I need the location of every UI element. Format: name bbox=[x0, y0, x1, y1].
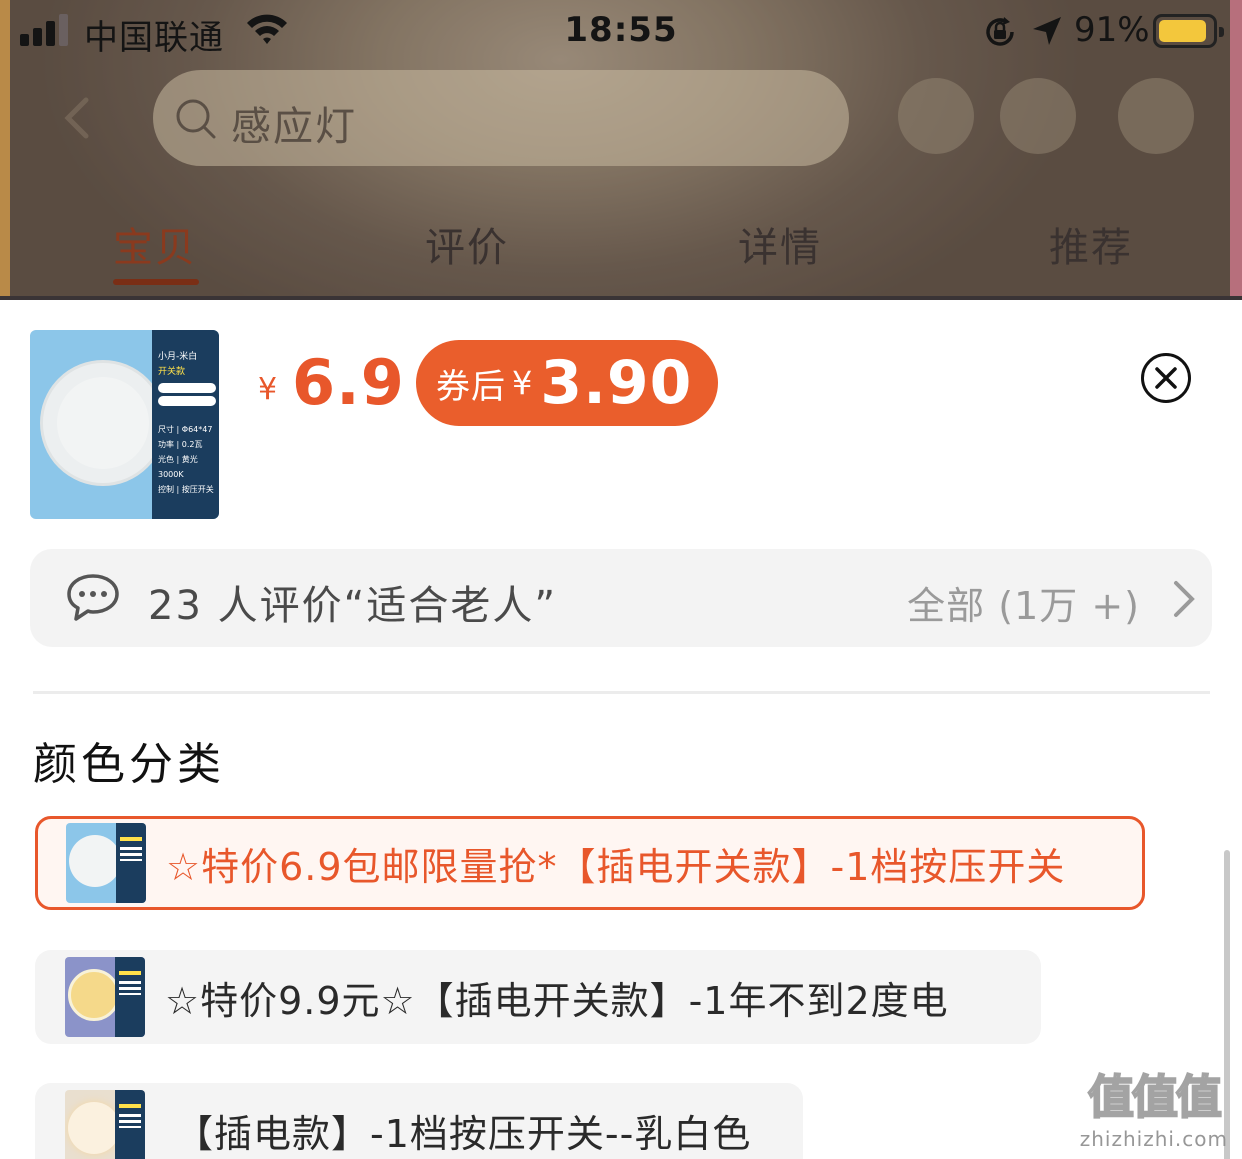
thumbnail-spec: 尺寸 | Φ64*47 bbox=[158, 425, 213, 434]
search-query: 感应灯 bbox=[231, 104, 357, 150]
battery-icon bbox=[1153, 14, 1224, 48]
sku-option-thumbnail bbox=[66, 823, 146, 903]
chat-bubble-icon bbox=[67, 574, 119, 621]
location-arrow-icon bbox=[1033, 17, 1061, 45]
product-thumbnail[interactable]: 小月-米白 开关款 尺寸 | Φ64*47 功率 | 0.2瓦 光色 | 黄光3… bbox=[30, 330, 219, 519]
section-title-color: 颜色分类 bbox=[33, 739, 225, 790]
active-tab-indicator bbox=[113, 279, 199, 285]
thumbnail-spec: 功率 | 0.2瓦 bbox=[158, 440, 203, 449]
share-icon[interactable] bbox=[898, 78, 974, 154]
tab-details[interactable]: 详情 bbox=[700, 215, 860, 273]
more-icon[interactable] bbox=[1118, 78, 1194, 154]
price: 6.9 bbox=[292, 346, 405, 419]
sku-option-label: 【插电款】-1档按压开关--乳白色 bbox=[175, 1111, 752, 1156]
sku-option[interactable]: ☆特价6.9包邮限量抢*【插电开关款】-1档按压开关 bbox=[35, 816, 1145, 910]
overlay-divider bbox=[0, 296, 1242, 300]
battery-level bbox=[1159, 20, 1206, 42]
section-divider bbox=[33, 691, 1210, 694]
review-summary-text: 23 人评价“适合老人” bbox=[148, 583, 558, 629]
coupon-currency: ¥ bbox=[512, 364, 533, 402]
tab-recommend[interactable]: 推荐 bbox=[1011, 215, 1171, 273]
status-bar: 中国联通 18:55 91% bbox=[0, 0, 1242, 64]
watermark: 值值值 zhizhizhi.com bbox=[1080, 1061, 1228, 1151]
cart-icon[interactable] bbox=[1000, 78, 1076, 154]
watermark-logo: 值值值 bbox=[1087, 1069, 1223, 1125]
product-light-image bbox=[40, 360, 166, 486]
thumbnail-variant: 开关款 bbox=[158, 367, 186, 377]
watermark-url: zhizhizhi.com bbox=[1079, 1127, 1228, 1151]
sku-option[interactable]: ☆特价9.9元☆【插电开关款】-1年不到2度电 bbox=[35, 950, 1041, 1044]
sku-option[interactable]: 【插电款】-1档按压开关--乳白色 bbox=[35, 1083, 803, 1159]
chevron-right-icon bbox=[1174, 581, 1195, 617]
thumbnail-spec: 光色 | 黄光3000K bbox=[158, 455, 198, 479]
rotation-lock-icon bbox=[986, 17, 1014, 46]
search-bar[interactable]: 感应灯 bbox=[153, 70, 849, 166]
thumbnail-name: 小月-米白 bbox=[158, 352, 198, 362]
thumbnail-spec: 控制 | 按压开关 bbox=[158, 485, 214, 494]
top-nav: 感应灯 bbox=[0, 68, 1242, 168]
review-summary-bar[interactable]: 23 人评价“适合老人” 全部 (1万 +) bbox=[30, 549, 1212, 647]
tab-baobei[interactable]: 宝贝 bbox=[75, 215, 235, 273]
price-currency: ¥ bbox=[258, 372, 278, 407]
coupon-price-badge: 券后 ¥ 3.90 bbox=[416, 340, 719, 426]
product-thumbnail-panel: 小月-米白 开关款 尺寸 | Φ64*47 功率 | 0.2瓦 光色 | 黄光3… bbox=[152, 330, 219, 519]
sku-option-label: ☆特价6.9包邮限量抢*【插电开关款】-1档按压开关 bbox=[166, 844, 1066, 889]
tab-reviews[interactable]: 评价 bbox=[387, 215, 547, 273]
sku-option-label: ☆特价9.9元☆【插电开关款】-1年不到2度电 bbox=[165, 978, 949, 1023]
close-icon[interactable] bbox=[1140, 352, 1192, 404]
coupon-label: 券后 bbox=[436, 366, 506, 407]
back-arrow-icon[interactable] bbox=[60, 96, 92, 140]
sku-option-thumbnail bbox=[65, 1090, 145, 1159]
search-icon bbox=[176, 99, 216, 139]
coupon-price: 3.90 bbox=[540, 348, 693, 418]
sku-sheet: 小月-米白 开关款 尺寸 | Φ64*47 功率 | 0.2瓦 光色 | 黄光3… bbox=[0, 300, 1242, 1159]
sku-option-thumbnail bbox=[65, 957, 145, 1037]
review-all-link[interactable]: 全部 (1万 +) bbox=[907, 575, 1140, 630]
battery-percent: 91% bbox=[1074, 10, 1150, 50]
